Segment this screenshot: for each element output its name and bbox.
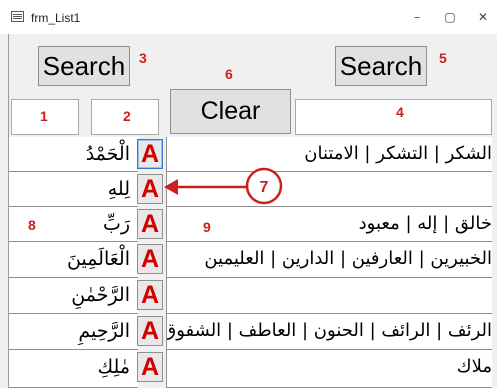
callout-arrow: 7 [164,167,283,205]
arrow-head [164,179,178,195]
annotation-7: 7 [260,179,269,196]
